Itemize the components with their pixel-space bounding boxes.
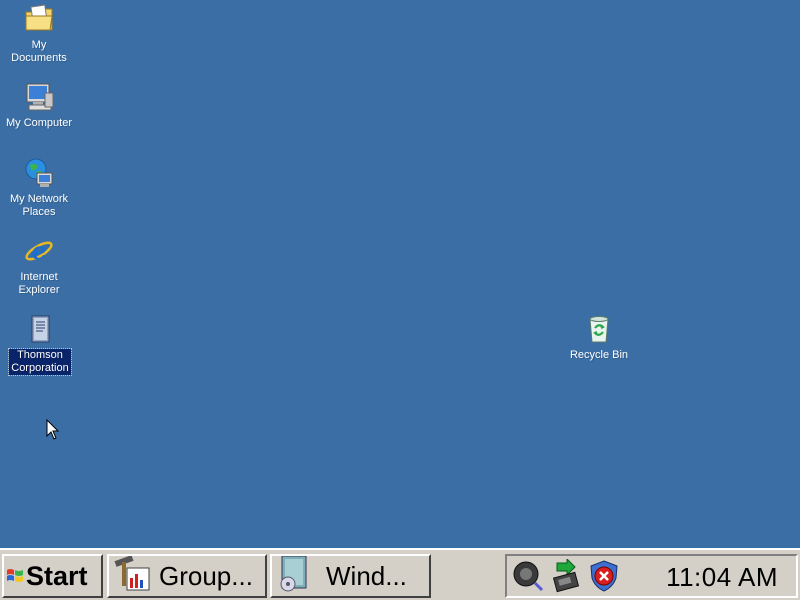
- label-line: Corporation: [11, 362, 69, 374]
- recycle-bin-icon: [582, 312, 616, 346]
- windows-logo-icon: [6, 561, 24, 592]
- desktop-icon-label: Recycle Bin: [569, 349, 629, 361]
- task-label: Wind...: [326, 560, 407, 591]
- taskbar-button-group[interactable]: Group...: [107, 554, 267, 598]
- mouse-pointer-icon: [46, 419, 60, 440]
- taskbar-button-windows[interactable]: Wind...: [270, 554, 431, 598]
- task-label: Group...: [159, 560, 253, 591]
- desktop-icon-label: My Computer: [5, 117, 73, 129]
- desktop-icon-my-computer[interactable]: My Computer: [2, 80, 76, 130]
- start-label: Start: [26, 560, 88, 591]
- svg-text:e: e: [31, 236, 46, 265]
- label-line: Internet: [20, 271, 58, 283]
- label-line: Places: [22, 206, 56, 218]
- desktop-icon-internet-explorer[interactable]: e Internet Explorer: [2, 234, 76, 297]
- start-button[interactable]: Start: [2, 554, 103, 598]
- desktop-icon-label: Thomson Corporation: [8, 348, 72, 376]
- label-line: My Network: [9, 193, 69, 205]
- document-icon: [23, 312, 57, 346]
- label-line: Thomson: [17, 349, 63, 361]
- desktop-icon-my-network-places[interactable]: My Network Places: [2, 156, 76, 219]
- tools-window-icon: [113, 556, 151, 596]
- label-line: Explorer: [18, 284, 60, 296]
- network-globe-icon: [22, 156, 56, 190]
- computer-icon: [22, 80, 56, 114]
- desktop-icon-label: My Network Places: [8, 193, 70, 219]
- internet-explorer-icon: e: [22, 234, 56, 268]
- desktop-icon-label: My Documents: [11, 39, 67, 64]
- security-shield-icon[interactable]: [587, 559, 621, 593]
- desktop-icon-my-documents[interactable]: My Documents: [2, 2, 76, 65]
- clock[interactable]: 11:04 AM: [666, 562, 778, 593]
- installer-icon: [276, 556, 312, 596]
- speaker-icon[interactable]: [511, 559, 545, 593]
- desktop[interactable]: My Documents My Computer My Network Plac…: [0, 0, 800, 548]
- desktop-icon-label: Internet Explorer: [17, 271, 62, 297]
- system-tray: 11:04 AM: [505, 554, 798, 598]
- desktop-icon-thomson-corporation[interactable]: Thomson Corporation: [3, 312, 77, 376]
- network-connection-icon[interactable]: [549, 559, 583, 593]
- folder-documents-icon: [22, 2, 56, 36]
- desktop-icon-recycle-bin[interactable]: Recycle Bin: [562, 312, 636, 362]
- taskbar: Start Group... Wind... 11:04 AM: [0, 548, 800, 600]
